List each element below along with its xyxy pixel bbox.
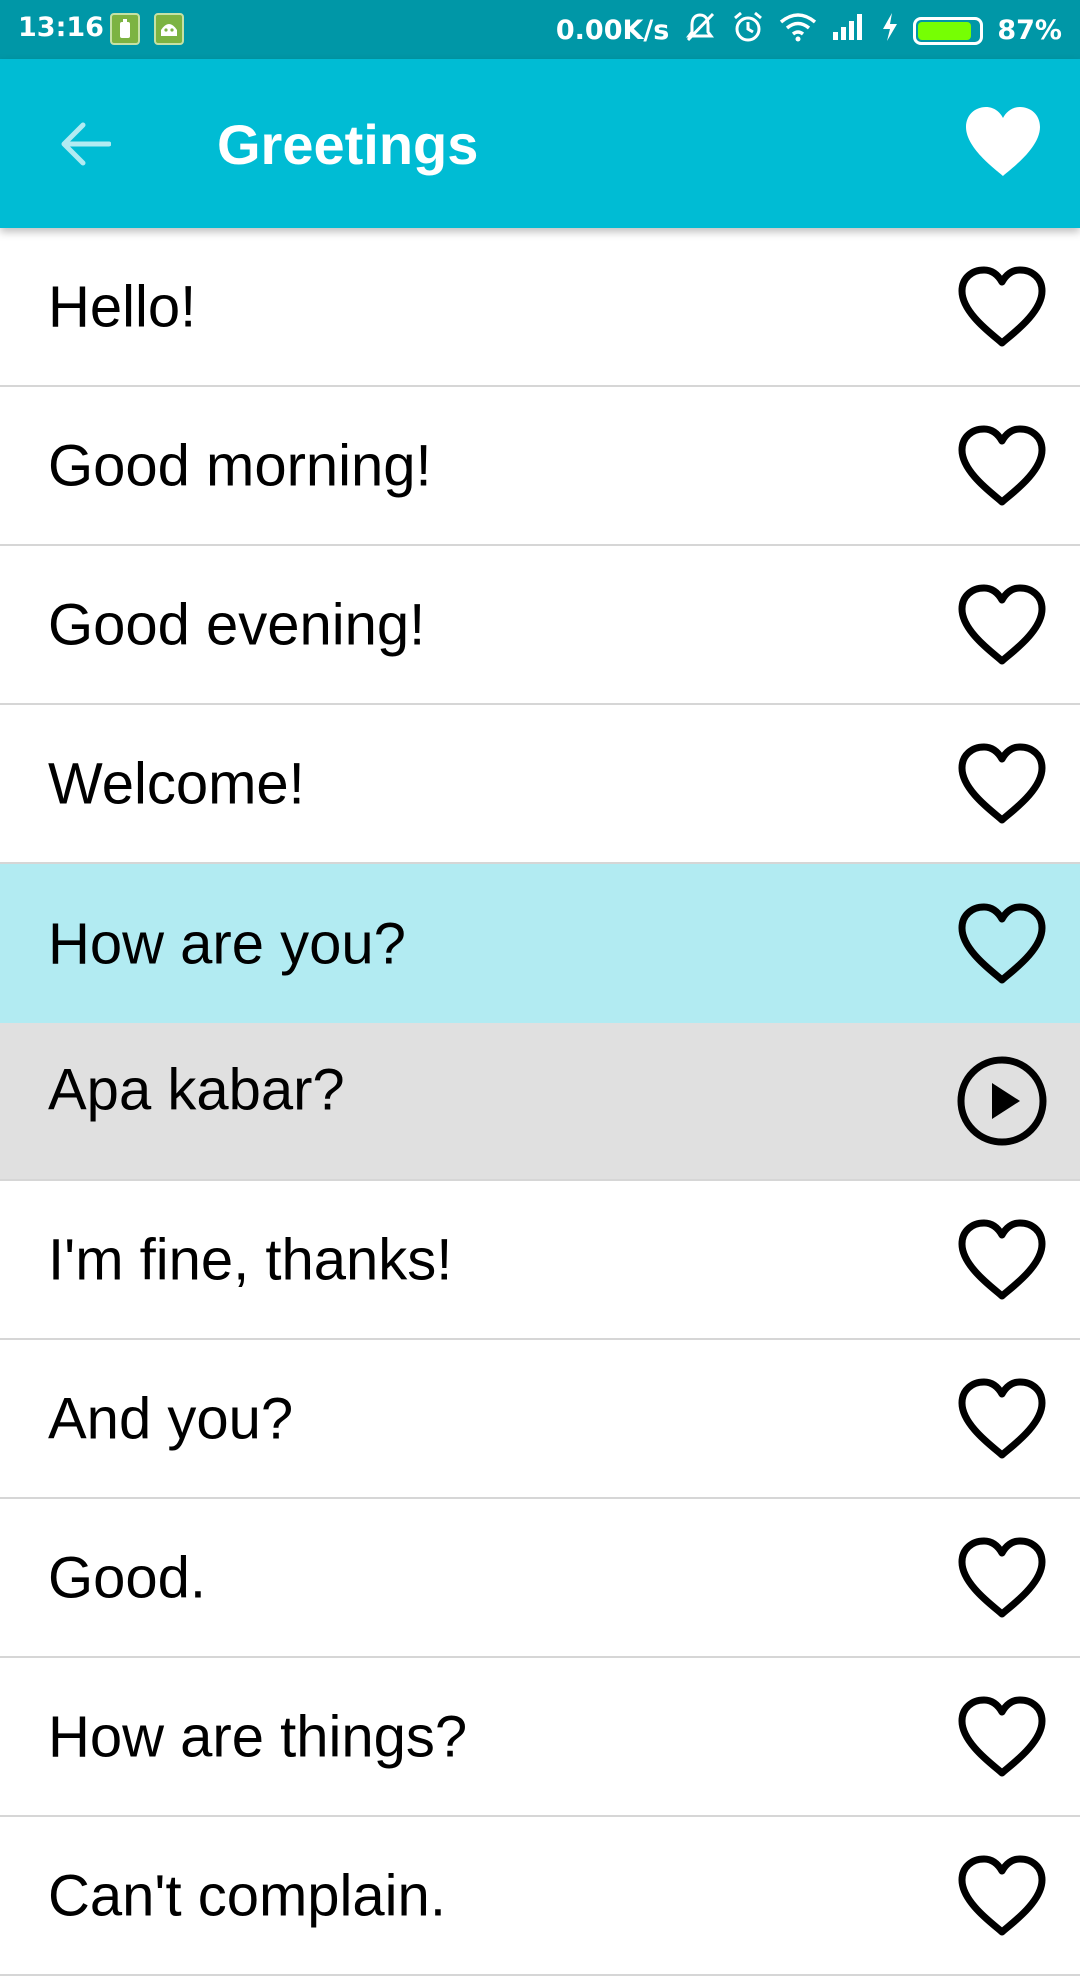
list-item[interactable]: Good. bbox=[0, 1499, 1080, 1658]
favorite-button[interactable] bbox=[954, 418, 1050, 514]
favorite-button[interactable] bbox=[954, 1212, 1050, 1308]
list-item[interactable]: Good morning! bbox=[0, 387, 1080, 546]
phrase-text: I'm fine, thanks! bbox=[48, 1227, 453, 1292]
battery-saver-icon bbox=[110, 13, 140, 45]
heart-outline-icon bbox=[958, 903, 1046, 983]
battery-percent: 87% bbox=[997, 15, 1062, 46]
back-button[interactable] bbox=[40, 109, 130, 179]
favorite-button[interactable] bbox=[954, 1371, 1050, 1467]
translation-row: Apa kabar? bbox=[0, 1023, 1080, 1181]
favorites-button[interactable] bbox=[962, 101, 1044, 183]
status-right: 0.00K/s 87% bbox=[556, 10, 1062, 51]
list-item[interactable]: Good evening! bbox=[0, 546, 1080, 705]
favorite-button[interactable] bbox=[954, 896, 1050, 992]
phrase-text: And you? bbox=[48, 1386, 294, 1451]
phrase-text: How are you? bbox=[48, 911, 406, 976]
heart-outline-icon bbox=[958, 1219, 1046, 1299]
phrase-text: Good. bbox=[48, 1545, 206, 1610]
heart-outline-icon bbox=[958, 743, 1046, 823]
wifi-icon bbox=[779, 12, 817, 49]
favorite-button[interactable] bbox=[954, 259, 1050, 355]
phrase-list: Hello! Good morning! Good evening! Welco… bbox=[0, 228, 1080, 1976]
app-bar: Greetings bbox=[0, 59, 1080, 228]
list-item[interactable]: I'm fine, thanks! bbox=[0, 1181, 1080, 1340]
phrase-text: Can't complain. bbox=[48, 1863, 446, 1928]
list-item[interactable]: Hello! bbox=[0, 228, 1080, 387]
battery-fill bbox=[918, 21, 971, 40]
phrase-text: How are things? bbox=[48, 1704, 468, 1769]
phrase-text: Good morning! bbox=[48, 433, 432, 498]
list-item[interactable]: How are things? bbox=[0, 1658, 1080, 1817]
list-item[interactable]: And you? bbox=[0, 1340, 1080, 1499]
charging-icon bbox=[881, 12, 899, 49]
android-icon bbox=[154, 13, 184, 45]
heart-filled-icon bbox=[966, 107, 1040, 176]
heart-outline-icon bbox=[958, 1696, 1046, 1776]
page-title: Greetings bbox=[217, 113, 479, 176]
favorite-button[interactable] bbox=[954, 1530, 1050, 1626]
notification-icons bbox=[110, 13, 184, 45]
heart-outline-icon bbox=[958, 1855, 1046, 1935]
favorite-button[interactable] bbox=[954, 577, 1050, 673]
status-time: 13:16 bbox=[18, 12, 104, 43]
favorite-button[interactable] bbox=[954, 736, 1050, 832]
signal-icon bbox=[831, 12, 867, 49]
heart-outline-icon bbox=[958, 584, 1046, 664]
heart-outline-icon bbox=[958, 1378, 1046, 1458]
heart-outline-icon bbox=[958, 425, 1046, 505]
phrase-text: Welcome! bbox=[48, 751, 305, 816]
battery-icon bbox=[913, 16, 984, 45]
play-audio-button[interactable] bbox=[954, 1053, 1050, 1149]
list-item[interactable]: Welcome! bbox=[0, 705, 1080, 864]
favorite-button[interactable] bbox=[954, 1848, 1050, 1944]
favorite-button[interactable] bbox=[954, 1689, 1050, 1785]
translation-text: Apa kabar? bbox=[48, 1057, 345, 1123]
heart-outline-icon bbox=[958, 1537, 1046, 1617]
list-item-selected[interactable]: How are you? bbox=[0, 864, 1080, 1023]
status-bar: 13:16 0.00K/s 87% bbox=[0, 0, 1080, 59]
list-item[interactable]: Can't complain. bbox=[0, 1817, 1080, 1976]
arrow-back-icon bbox=[61, 122, 111, 166]
heart-outline-icon bbox=[958, 266, 1046, 346]
net-speed: 0.00K/s bbox=[555, 15, 670, 46]
alarm-icon bbox=[731, 10, 765, 51]
phrase-text: Good evening! bbox=[48, 592, 426, 657]
play-icon bbox=[957, 1056, 1047, 1146]
phrase-text: Hello! bbox=[48, 274, 197, 339]
mute-icon bbox=[683, 10, 717, 51]
